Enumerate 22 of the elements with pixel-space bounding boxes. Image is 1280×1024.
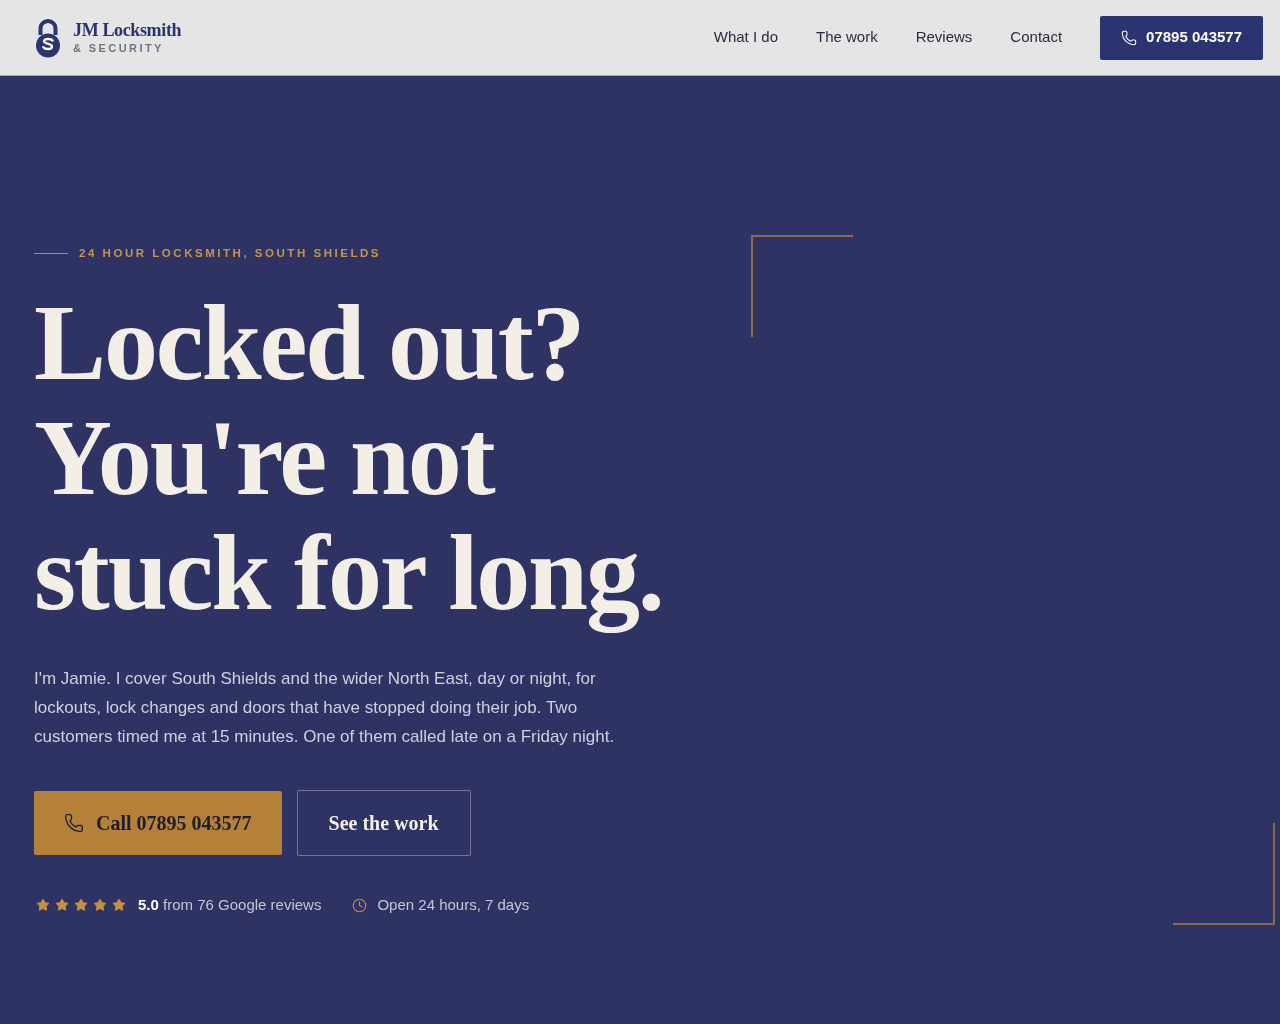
phone-icon xyxy=(64,813,84,833)
hero-intro: I'm Jamie. I cover South Shields and the wider North East, day or night, for lockouts, lock changes and doors that have stopped doing their job. Two customers timed me at 15 minutes. One of them called late on a Friday night. xyxy=(34,668,616,748)
padlock-logo-icon xyxy=(34,17,62,58)
nav-link[interactable]: Reviews xyxy=(915,26,973,49)
brand-name: JM Locksmith xyxy=(73,20,182,40)
phone-icon xyxy=(1121,29,1138,46)
star-icon xyxy=(112,898,126,912)
brand-tagline: & SECURITY xyxy=(73,41,165,55)
nav-link[interactable]: Contact xyxy=(1010,26,1063,49)
clock-icon xyxy=(352,897,368,913)
phone-button[interactable]: 07895 043577 xyxy=(1100,15,1263,60)
nav-link[interactable]: The work xyxy=(816,26,878,49)
star-icon xyxy=(93,898,107,912)
see-work-button[interactable]: See the work xyxy=(296,790,471,856)
rating-text: 5.0 from 76 Google reviews xyxy=(138,894,322,915)
hero-eyebrow: 24 HOUR LOCKSMITH, SOUTH SHIELDS xyxy=(79,246,382,261)
star-icon xyxy=(74,898,88,912)
hours-text: Open 24 hours, 7 days xyxy=(377,894,530,915)
nav-link[interactable]: What I do xyxy=(713,26,778,49)
call-button[interactable]: Call 07895 043577 xyxy=(34,791,282,855)
star-icon xyxy=(36,898,50,912)
star-icon xyxy=(55,898,69,912)
